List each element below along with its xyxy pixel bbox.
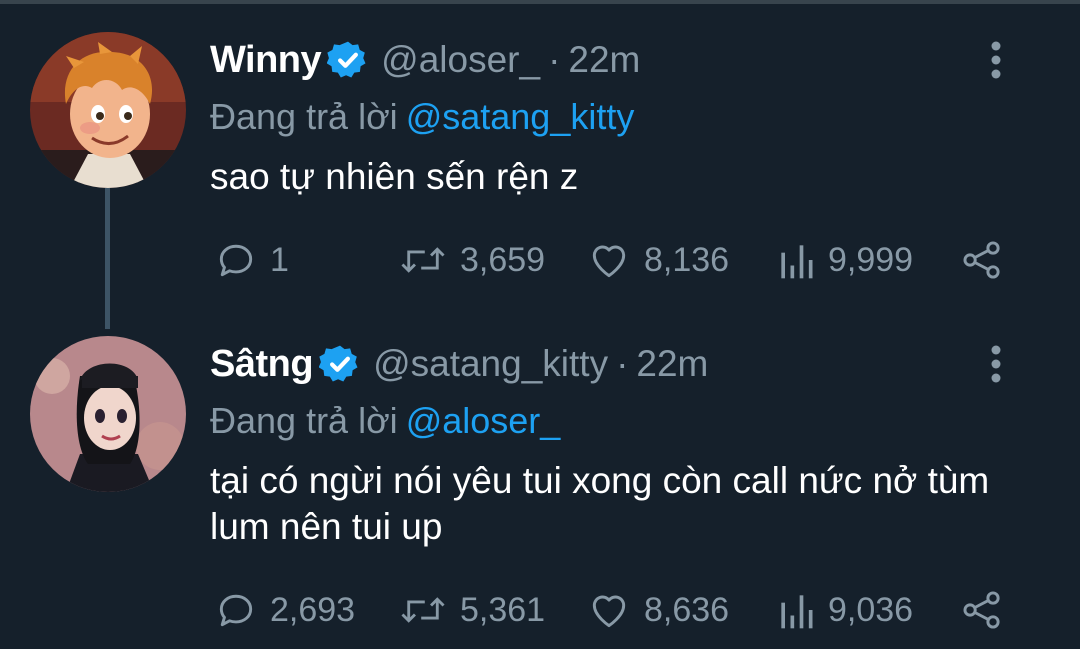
reply-icon (219, 244, 253, 277)
avatar-boy-icon (30, 32, 186, 188)
avatar-winny[interactable] (30, 32, 186, 188)
separator-dot: · (548, 39, 561, 80)
retweet-button[interactable]: 3,659 (398, 238, 545, 282)
replying-to-label: Đang trả lời (210, 400, 398, 441)
retweet-count: 3,659 (460, 240, 546, 279)
retweet-icon (401, 247, 445, 273)
replying-to-label: Đang trả lời (210, 96, 398, 137)
display-name[interactable]: Winny (210, 39, 322, 82)
replying-to: Đang trả lời @aloser_ (210, 398, 1050, 444)
replying-to-mention[interactable]: @satang_kitty (406, 96, 635, 137)
timestamp[interactable]: 22m (636, 343, 708, 385)
views-bar-chart-icon (781, 245, 813, 279)
more-options-icon[interactable] (986, 344, 1006, 384)
reply-count: 1 (270, 240, 289, 279)
tweet-actions: 2,693 5,361 8,636 9,036 (210, 588, 1010, 632)
like-count: 8,136 (644, 240, 730, 279)
share-button[interactable] (960, 588, 1016, 632)
retweet-count: 5,361 (460, 590, 546, 629)
top-divider (0, 0, 1080, 4)
reply-button[interactable]: 2,693 (214, 588, 355, 632)
share-icon (963, 241, 1000, 279)
more-options-icon[interactable] (986, 40, 1006, 80)
user-handle[interactable]: @satang_kitty (373, 343, 608, 385)
views-count: 9,999 (828, 240, 914, 279)
replying-to: Đang trả lời @satang_kitty (210, 94, 1050, 140)
views-button[interactable]: 9,999 (776, 238, 913, 282)
views-count: 9,036 (828, 590, 914, 629)
share-button[interactable] (960, 238, 1016, 282)
timestamp[interactable]: 22m (568, 39, 640, 81)
avatar-satang[interactable] (30, 336, 186, 492)
tweet-actions: 1 3,659 8,136 9,999 (210, 238, 1010, 282)
retweet-button[interactable]: 5,361 (398, 588, 545, 632)
tweet-text: tại có ngừi nói yêu tui xong còn call nứ… (210, 460, 990, 547)
heart-icon (592, 245, 626, 278)
views-bar-chart-icon (781, 595, 813, 629)
tweet-header: Winny @aloser_ · 22m (210, 26, 1050, 94)
display-name[interactable]: Sâtng (210, 343, 314, 386)
views-button[interactable]: 9,036 (776, 588, 913, 632)
retweet-icon (401, 597, 445, 623)
separator-dot: · (616, 343, 629, 384)
avatar-girl-icon (30, 336, 186, 492)
reply-button[interactable]: 1 (214, 238, 289, 282)
share-icon (963, 591, 1000, 629)
replying-to-mention[interactable]: @aloser_ (406, 400, 561, 441)
reply-count: 2,693 (270, 590, 356, 629)
like-button[interactable]: 8,636 (586, 588, 729, 632)
tweet-header: Sâtng @satang_kitty · 22m (210, 330, 1050, 398)
like-button[interactable]: 8,136 (586, 238, 729, 282)
like-count: 8,636 (644, 590, 730, 629)
heart-icon (592, 595, 626, 628)
user-handle[interactable]: @aloser_ (381, 39, 540, 81)
thread-connector-line (105, 186, 110, 329)
verified-badge-icon (327, 41, 366, 78)
verified-badge-icon (319, 345, 358, 382)
tweet-text: sao tự nhiên sến rện z (210, 156, 579, 197)
reply-icon (219, 594, 253, 627)
